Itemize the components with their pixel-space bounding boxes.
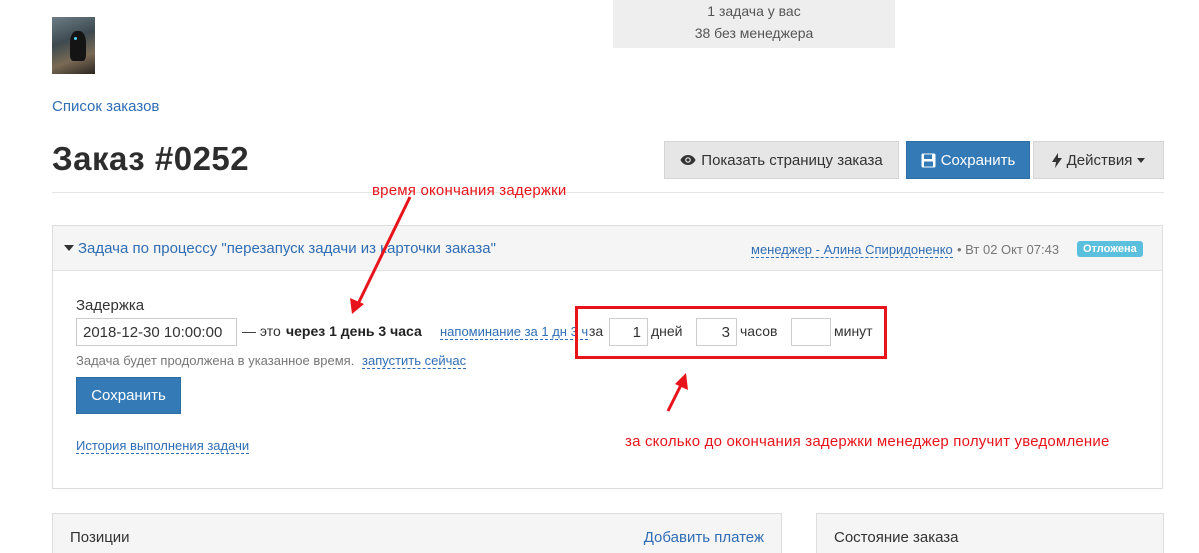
annotation-arrowhead-top — [350, 298, 364, 314]
annotation-arrows — [350, 196, 688, 412]
annotation-arrowhead-bottom — [675, 373, 688, 390]
positions-title: Позиции — [70, 529, 130, 546]
order-state-panel: Состояние заказа — [816, 513, 1164, 553]
annotation-arrow-bottom — [666, 382, 684, 412]
annotation-arrow-top — [356, 196, 412, 305]
positions-panel: Позиции Добавить платеж — [52, 513, 782, 553]
order-state-title: Состояние заказа — [834, 529, 959, 546]
add-payment-link[interactable]: Добавить платеж — [644, 529, 764, 546]
